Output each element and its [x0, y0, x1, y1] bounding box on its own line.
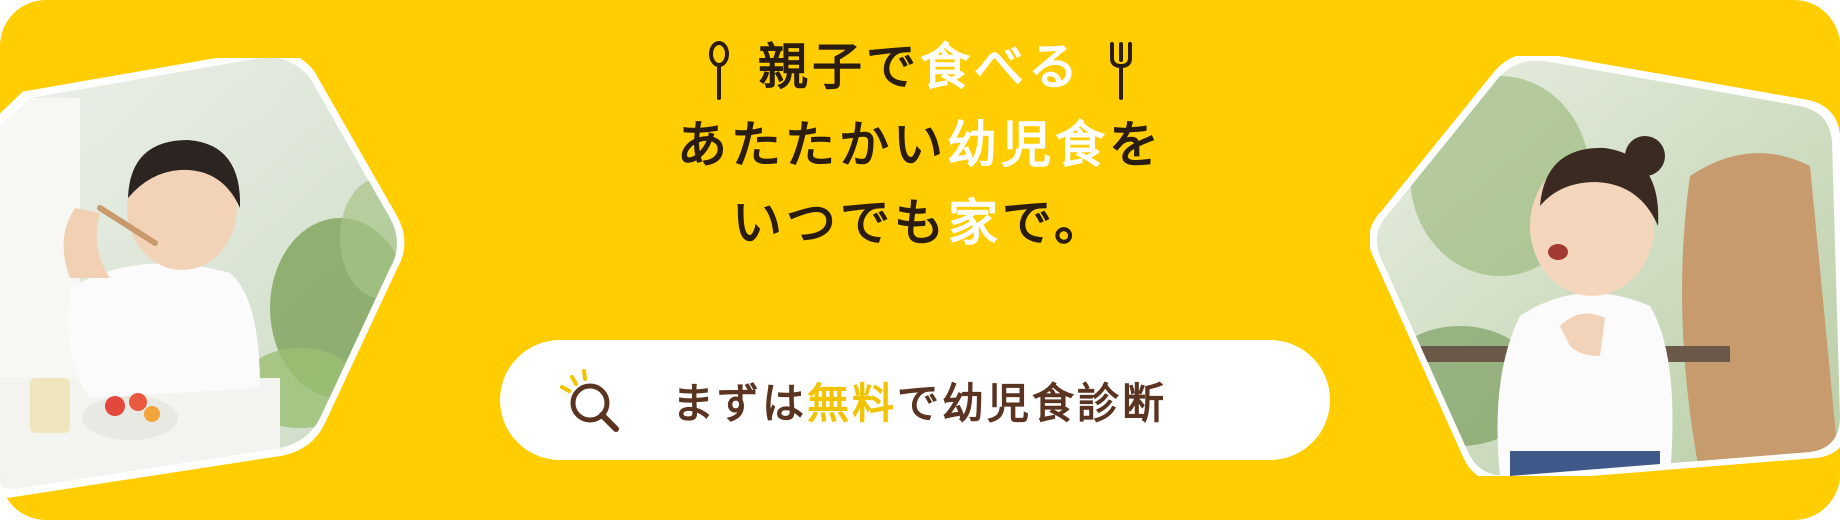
headline-line3-highlight: 家	[948, 194, 1002, 252]
headline-line-2: あたたかい幼児食を	[540, 106, 1300, 184]
headline-line3-dark: いつでも	[732, 194, 948, 252]
headline-line1-dark: 親子で	[758, 38, 920, 96]
headline-line2-suffix: を	[1109, 116, 1163, 174]
headline: 親子で食べる あたたかい幼児食を いつでも家で。	[540, 28, 1300, 262]
promo-banner[interactable]: 親子で食べる あたたかい幼児食を いつでも家で。 まずは無料で幼児食診断	[0, 0, 1840, 520]
headline-line3-suffix: で。	[1002, 194, 1108, 252]
headline-line-1: 親子で食べる	[540, 28, 1300, 106]
headline-line2-highlight: 幼児食	[947, 116, 1109, 174]
fork-icon	[1108, 40, 1134, 102]
cta-prefix: まずは	[672, 378, 808, 428]
photo-child-laughing	[1370, 56, 1840, 476]
headline-line1-highlight: 食べる	[920, 38, 1082, 96]
headline-line-3: いつでも家で。	[540, 184, 1300, 262]
cta-label: まずは無料で幼児食診断	[672, 370, 1167, 431]
cta-suffix: で幼児食診断	[897, 378, 1168, 428]
cta-highlight: 無料	[807, 378, 898, 428]
free-diagnosis-button[interactable]: まずは無料で幼児食診断	[500, 340, 1330, 460]
headline-line2-dark: あたたかい	[677, 116, 947, 174]
photo-child-eating	[0, 58, 460, 498]
spoon-icon	[706, 40, 732, 102]
search-icon	[558, 367, 624, 433]
